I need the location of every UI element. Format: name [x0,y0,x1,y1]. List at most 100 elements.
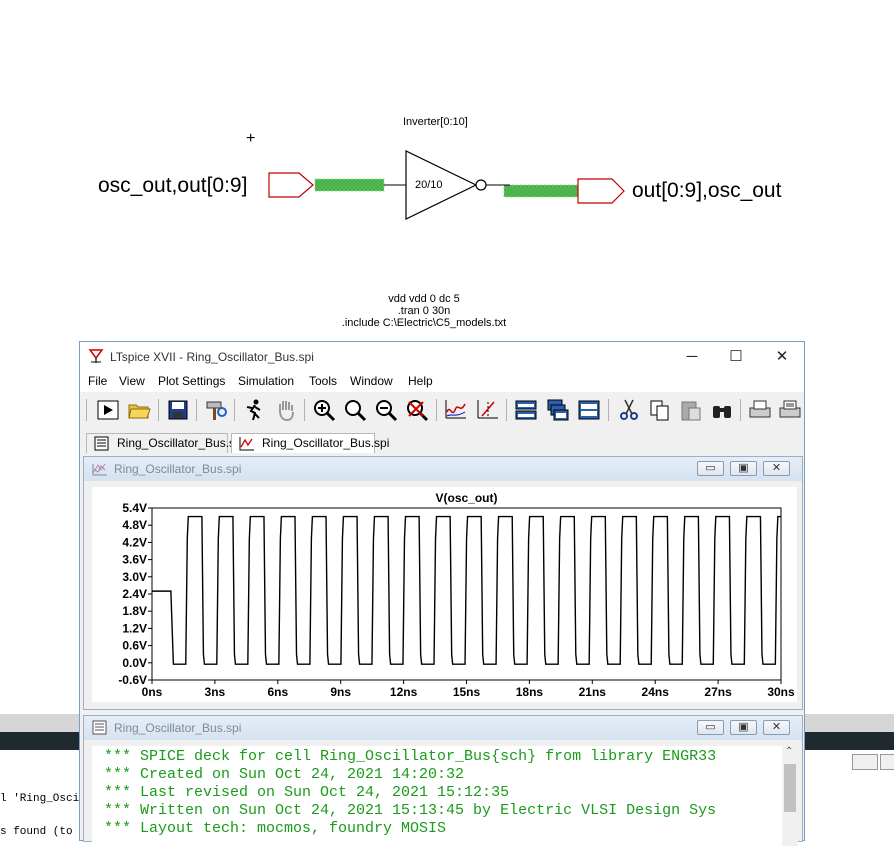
menu-plot-settings[interactable]: Plot Settings [158,374,225,388]
cut-scissors-icon[interactable] [617,398,641,422]
title-bar[interactable]: LTspice XVII - Ring_Oscillator_Bus.spi ─… [80,342,804,372]
plot-window: Ring_Oscillator_Bus.spi ▭ ▣ ✕ V(osc_out)… [83,456,803,710]
y-tick-label: 3.0V [122,570,147,584]
netlist-line: *** Written on Sun Oct 24, 2021 15:13:45… [104,802,717,819]
spice-line: vdd vdd 0 dc 5 [388,293,460,305]
plot-minimize-button[interactable]: ▭ [697,461,724,476]
control-panel-hammer-icon[interactable] [204,398,228,422]
spice-line: .tran 0 30n [397,305,451,317]
find-binoculars-icon[interactable] [710,398,734,422]
netlist-line: *** SPICE deck for cell Ring_Oscillator_… [104,748,717,765]
background-maximize-button[interactable] [880,754,894,770]
zoom-pan-icon[interactable] [343,398,367,422]
input-export-pin [268,172,314,198]
netlist-restore-button[interactable]: ▣ [730,720,757,735]
x-tick-label: 12ns [390,685,418,699]
toolbar [80,393,804,429]
document-tabs: Ring_Oscillator_Bus.spi Ring_Oscillator_… [80,430,804,454]
print-preview-icon[interactable] [778,398,802,422]
input-bus-label: osc_out,out[0:9] [98,174,248,197]
waveform-chart[interactable]: V(osc_out) 5.4V 4.8V 4.2V 3.6V 3.0V 2.4V 1.8V 1.… [92,487,797,702]
v-osc-out-trace [152,515,781,665]
y-tick-label: 0.0V [122,656,147,670]
tab-waveform[interactable]: Ring_Oscillator_Bus.spi [231,433,389,453]
zoom-out-icon[interactable] [374,398,398,422]
waveform-icon [92,463,107,476]
halt-hand-icon[interactable] [274,398,298,422]
cursor-pick-icon[interactable] [476,398,500,422]
tab-netlist[interactable]: Ring_Oscillator_Bus.spi [86,433,244,453]
copy-icon[interactable] [648,398,672,422]
ltspice-window: LTspice XVII - Ring_Oscillator_Bus.spi ─… [79,341,805,846]
open-folder-icon[interactable] [127,398,151,422]
tile-vertical-icon[interactable] [577,398,601,422]
plot-restore-button[interactable]: ▣ [730,461,757,476]
trace-title: V(osc_out) [435,491,497,505]
x-tick-label: 30ns [767,685,795,699]
waveform-plot[interactable]: V(osc_out) 5.4V 4.8V 4.2V 3.6V 3.0V 2.4V 1.8V 1.… [92,487,797,702]
ltspice-logo-icon [88,349,104,363]
inverter-schematic-drawing[interactable] [260,140,640,230]
x-tick-label: 3ns [205,685,226,699]
menu-simulation[interactable]: Simulation [238,374,294,388]
netlist-document-icon [92,720,107,735]
netlist-text-area[interactable]: *** SPICE deck for cell Ring_Oscillator_… [92,746,782,846]
x-tick-label: 21ns [579,685,607,699]
schematic-canvas[interactable]: + Inverter[0:10] osc_out,out[0:9] out[0:… [0,0,894,340]
run-icon[interactable] [96,398,120,422]
y-tick-label: 1.8V [122,604,147,618]
save-icon[interactable] [166,398,190,422]
paste-icon[interactable] [679,398,703,422]
plot-window-title-bar[interactable]: Ring_Oscillator_Bus.spi ▭ ▣ ✕ [84,457,802,481]
background-text-line: l 'Ring_Osci [0,793,80,805]
autorange-icon[interactable] [444,398,468,422]
netlist-close-button[interactable]: ✕ [763,720,790,735]
waveform-icon [239,437,254,451]
menu-file[interactable]: File [88,374,107,388]
x-tick-label: 27ns [704,685,732,699]
netlist-scrollbar[interactable]: ⌃ [782,746,798,846]
y-tick-label: 0.6V [122,639,147,653]
tab-label: Ring_Oscillator_Bus.spi [262,436,390,450]
y-tick-label: 3.6V [122,553,147,567]
x-tick-label: 9ns [330,685,351,699]
cascade-icon[interactable] [546,398,570,422]
scroll-up-arrow-icon[interactable]: ⌃ [785,746,793,757]
close-button[interactable]: ✕ [762,346,802,368]
instance-name-label: Inverter[0:10] [403,116,468,128]
x-tick-label: 0ns [142,685,163,699]
x-tick-label: 15ns [453,685,481,699]
plot-close-button[interactable]: ✕ [763,461,790,476]
y-tick-label: 5.4V [122,501,147,515]
input-bus-wire [315,179,384,191]
maximize-button[interactable]: ☐ [716,346,756,368]
run-man-icon[interactable] [242,398,266,422]
output-bus-label: out[0:9],osc_out [632,179,782,202]
netlist-minimize-button[interactable]: ▭ [697,720,724,735]
x-tick-label: 18ns [516,685,544,699]
menu-window[interactable]: Window [350,374,393,388]
tile-horizontal-icon[interactable] [514,398,538,422]
x-tick-label: 6ns [267,685,288,699]
scrollbar-thumb[interactable] [784,764,796,812]
plot-window-title: Ring_Oscillator_Bus.spi [114,462,242,476]
menu-view[interactable]: View [119,374,145,388]
zoom-fit-icon[interactable] [405,398,429,422]
menu-tools[interactable]: Tools [309,374,337,388]
menu-bar: File View Plot Settings Simulation Tools… [80,372,804,392]
zoom-in-icon[interactable] [312,398,336,422]
minimize-button[interactable]: ─ [672,346,712,368]
x-tick-label: 24ns [642,685,670,699]
netlist-line: *** Last revised on Sun Oct 24, 2021 15:… [104,784,510,801]
inverter-bubble [475,179,487,191]
netlist-window: Ring_Oscillator_Bus.spi ▭ ▣ ✕ *** SPICE … [83,715,803,846]
netlist-window-title-bar[interactable]: Ring_Oscillator_Bus.spi ▭ ▣ ✕ [84,716,802,740]
output-bus-wire [504,185,578,197]
y-tick-label: 2.4V [122,587,147,601]
background-minimize-button[interactable] [852,754,878,770]
y-tick-label: 4.2V [122,535,147,549]
menu-help[interactable]: Help [408,374,433,388]
print-icon[interactable] [748,398,772,422]
netlist-document-icon [94,436,109,451]
window-title: LTspice XVII - Ring_Oscillator_Bus.spi [110,350,314,364]
